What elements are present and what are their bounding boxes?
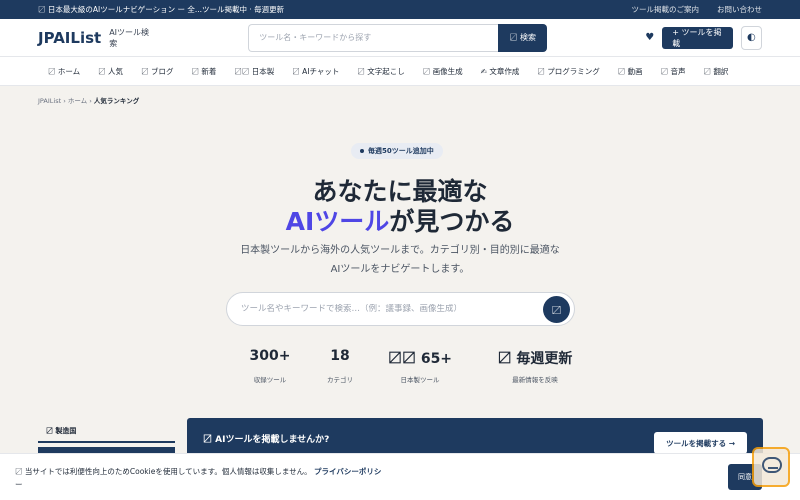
theme-toggle-icon[interactable]: ◐ [740,25,762,50]
nav-item-new[interactable]: 〼 新着 [191,66,216,77]
cookie-text-tail: ー [15,480,23,489]
nav-item-popular[interactable]: 〼 人気 [98,66,123,77]
sidebar-heading-country: 〼 製造国 [38,421,175,443]
post-tool-button[interactable]: + ツールを掲載 [662,26,733,49]
breadcrumb: JPAIList › ホーム › 人気ランキング [38,95,139,105]
header-search-input[interactable] [248,23,499,52]
stat-label: 最新情報を反映 [512,376,558,384]
hero-search: 〼 [226,292,575,326]
announcement-text: 〼 日本最大級のAIツールナビゲーション ー 全...ツール掲載中 · 毎週更新 [38,5,285,14]
badge-dot-icon [360,149,364,153]
header-search-button[interactable]: 〼 検索 [498,23,548,52]
cookie-banner: 〼 当サイトでは利便性向上のためCookieを使用しています。個人情報は収集しま… [0,453,800,500]
nav-item-programming[interactable]: 〼 プログラミング [537,66,599,77]
hero-title-line2: AIツールが見つかる [0,202,800,238]
nav-item-video[interactable]: 〼 動画 [618,66,643,77]
nav-item-home[interactable]: 〼 ホーム [48,66,80,77]
contact-link[interactable]: お問い合わせ [717,4,762,15]
top-announcement-bar: 〼 日本最大級のAIツールナビゲーション ー 全...ツール掲載中 · 毎週更新… [0,0,800,19]
hero-search-button-icon[interactable]: 〼 [543,296,570,323]
listing-info-link[interactable]: ツール掲載のご案内 [632,4,700,15]
stat-tools: 300+ 収録ツール [215,348,325,384]
nav-item-transcription[interactable]: 〼 文字起こし [357,66,404,77]
stat-value: 〼 毎週更新 [497,351,573,367]
stat-value: 300+ [249,348,291,364]
badge-text: 毎週50ツール追加中 [368,147,434,155]
nav-item-ai-chat[interactable]: 〼 AIチャット [292,66,339,77]
favorites-heart-icon[interactable]: ♥ [645,32,654,43]
site-tagline: AIツール検索 [109,27,150,48]
privacy-policy-link[interactable]: プライバシーポリシ [314,467,381,476]
hero-title-rest: が見つかる [389,207,515,236]
hero-lead: 日本製ツールから海外の人気ツールまで。カテゴリ別・目的別に最適な AIツールをナ… [0,241,800,279]
nav-item-audio[interactable]: 〼 音声 [661,66,686,77]
stats-row: 300+ 収録ツール 18 カテゴリ 〼〼 65+ 日本製ツール 〼 毎週更新 … [0,348,800,384]
site-header: JPAIList AIツール検索 〼 検索 ♥ + ツールを掲載 ◐ [0,19,800,57]
stat-categories: 18 カテゴリ [325,348,355,384]
site-logo[interactable]: JPAIList [38,29,101,47]
weekly-badge: 毎週50ツール追加中 [351,143,443,159]
stat-weekly: 〼 毎週更新 最新情報を反映 [485,348,585,384]
stat-label: カテゴリ [327,376,353,384]
hero-lead-line2: AIツールをナビゲートします。 [330,264,470,275]
category-nav: 〼 ホーム 〼 人気 〼 ブログ 〼 新着 〼〼 日本製 〼 AIチャット 〼 … [0,57,800,86]
stat-value: 〼〼 65+ [387,351,453,367]
hero-search-input[interactable] [241,304,531,314]
hero-title-accent: AIツール [285,207,390,236]
chat-widget-icon[interactable] [752,447,790,487]
stat-label: 収録ツール [253,376,287,384]
header-search: 〼 検索 [248,23,548,52]
breadcrumb-path[interactable]: JPAIList › ホーム › [38,97,94,105]
stat-value: 18 [330,348,350,364]
promo-post-button[interactable]: ツールを掲載する → [654,432,747,454]
top-links: ツール掲載のご案内 お問い合わせ [632,4,763,15]
stat-label: 日本製ツール [400,376,440,384]
cookie-text: 〼 当サイトでは利便性向上のためCookieを使用しています。個人情報は収集しま… [15,467,312,476]
cookie-message: 〼 当サイトでは利便性向上のためCookieを使用しています。個人情報は収集しま… [15,465,415,491]
breadcrumb-current: 人気ランキング [93,97,140,105]
nav-item-writing[interactable]: ✍ 文章作成 [481,66,520,77]
stat-japan-made: 〼〼 65+ 日本製ツール [355,348,485,384]
nav-item-japan-made[interactable]: 〼〼 日本製 [234,66,274,77]
nav-item-blog[interactable]: 〼 ブログ [141,66,173,77]
nav-item-translation[interactable]: 〼 翻訳 [704,66,729,77]
promo-title: 〼 AIツールを掲載しませんか? [203,435,330,445]
chat-lines-icon [768,467,778,469]
chat-bubble-icon [762,457,782,473]
nav-item-image-gen[interactable]: 〼 画像生成 [423,66,463,77]
hero-lead-line1: 日本製ツールから海外の人気ツールまで。カテゴリ別・目的別に最適な [240,245,560,256]
